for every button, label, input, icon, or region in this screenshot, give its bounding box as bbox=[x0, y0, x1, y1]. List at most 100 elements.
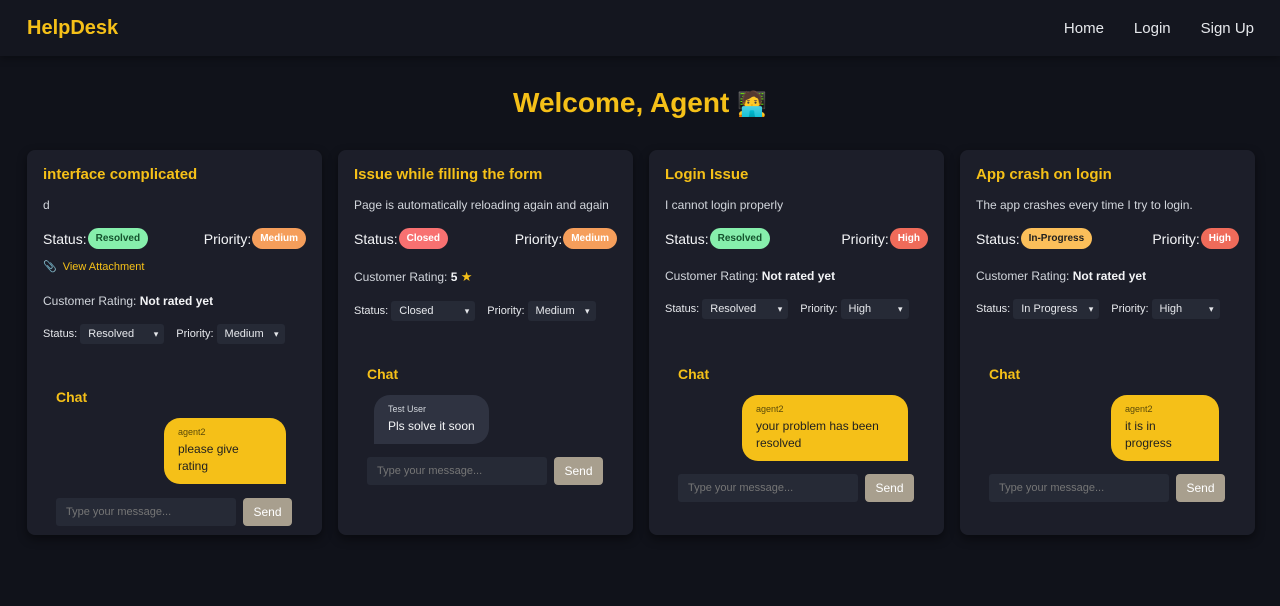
priority-select-value: High bbox=[1159, 303, 1183, 315]
view-attachment-link[interactable]: 📎 View Attachment bbox=[43, 260, 306, 274]
ticket-title: Issue while filling the form bbox=[354, 166, 543, 183]
status-select-value: Closed bbox=[399, 305, 434, 317]
priority-select-label: Priority: bbox=[800, 303, 838, 315]
ticket-title: App crash on login bbox=[976, 166, 1112, 183]
star-icon: ★ bbox=[460, 269, 473, 284]
message-text: Pls solve it soon bbox=[388, 419, 475, 433]
chat-input-row: Send bbox=[367, 457, 617, 485]
send-button[interactable]: Send bbox=[243, 498, 292, 526]
ticket-description: I cannot login properly bbox=[665, 198, 784, 212]
send-button[interactable]: Send bbox=[554, 457, 603, 485]
ticket-card: Issue while filling the form Page is aut… bbox=[338, 150, 633, 535]
message-text: please give rating bbox=[178, 442, 239, 473]
chat-section: Chat Test User Pls solve it soon Send bbox=[367, 366, 617, 485]
rating-label: Customer Rating: bbox=[976, 269, 1070, 283]
status-select-value: Resolved bbox=[88, 328, 135, 340]
status-select[interactable]: Resolved ▾ bbox=[80, 324, 165, 344]
agent-emoji-icon: 🧑‍💻 bbox=[737, 91, 767, 118]
status-group: Status: Resolved bbox=[43, 228, 149, 249]
nav-links: Home Login Sign Up bbox=[1064, 20, 1254, 37]
customer-rating: Customer Rating: Not rated yet bbox=[43, 294, 306, 308]
customer-rating: Customer Rating: Not rated yet bbox=[665, 269, 928, 283]
status-select-value: In Progress bbox=[1021, 303, 1078, 315]
priority-select[interactable]: High ▾ bbox=[840, 299, 909, 319]
chat-title: Chat bbox=[367, 366, 399, 382]
status-badge: Resolved bbox=[87, 228, 149, 249]
ticket-card: App crash on login The app crashes every… bbox=[960, 150, 1255, 535]
status-group: Status: In-Progress bbox=[976, 228, 1093, 249]
priority-select[interactable]: High ▾ bbox=[1151, 299, 1220, 319]
status-select-label: Status: bbox=[43, 328, 78, 340]
status-group: Status: Closed bbox=[354, 228, 448, 249]
chat-title: Chat bbox=[56, 389, 88, 405]
chat-message: Test User Pls solve it soon bbox=[374, 395, 489, 444]
ticket-description: The app crashes every time I try to logi… bbox=[976, 198, 1193, 212]
message-sender: Test User bbox=[388, 404, 427, 414]
chevron-down-icon: ▾ bbox=[898, 304, 903, 314]
chevron-down-icon: ▾ bbox=[153, 329, 159, 339]
message-text: your problem has been resolved bbox=[756, 419, 879, 450]
priority-badge: Medium bbox=[563, 228, 617, 249]
attachment-label: View Attachment bbox=[62, 260, 145, 273]
status-select-label: Status: bbox=[665, 303, 700, 315]
customer-rating: Customer Rating: 5 ★ bbox=[354, 269, 617, 285]
priority-select-label: Priority: bbox=[176, 328, 214, 340]
priority-select-value: Medium bbox=[535, 305, 575, 317]
priority-group: Priority: Medium bbox=[204, 228, 306, 249]
status-select-label: Status: bbox=[354, 305, 389, 317]
ticket-card: Login Issue I cannot login properly Stat… bbox=[649, 150, 944, 535]
status-badge: Closed bbox=[398, 228, 448, 249]
priority-label: Priority: bbox=[514, 230, 563, 247]
status-label: Status: bbox=[665, 230, 709, 247]
chat-message-input[interactable] bbox=[367, 457, 547, 485]
chat-message: agent2 it is in progress bbox=[1111, 395, 1219, 461]
ticket-description: d bbox=[43, 198, 50, 212]
chevron-down-icon: ▾ bbox=[464, 306, 470, 316]
chat-input-row: Send bbox=[678, 474, 928, 502]
chat-section: Chat agent2 your problem has been resolv… bbox=[678, 366, 928, 502]
priority-select[interactable]: Medium ▾ bbox=[527, 301, 596, 321]
message-sender: agent2 bbox=[178, 427, 206, 437]
page-title: Welcome, Agent 🧑‍💻 bbox=[0, 86, 1280, 120]
priority-label: Priority: bbox=[203, 230, 252, 247]
rating-label: Customer Rating: bbox=[665, 269, 759, 283]
welcome-text: Welcome, Agent bbox=[513, 87, 730, 118]
ticket-meta: Status: Resolved Priority: High bbox=[665, 228, 928, 249]
chat-message-input[interactable] bbox=[989, 474, 1169, 502]
nav-signup-link[interactable]: Sign Up bbox=[1201, 20, 1254, 37]
nav-login-link[interactable]: Login bbox=[1134, 20, 1171, 37]
ticket-description: Page is automatically reloading again an… bbox=[354, 198, 609, 212]
rating-value: 5 bbox=[450, 270, 458, 284]
priority-label: Priority: bbox=[1152, 230, 1200, 247]
paperclip-icon: 📎 bbox=[43, 261, 57, 273]
navbar: HelpDesk Home Login Sign Up bbox=[0, 0, 1280, 56]
status-badge: Resolved bbox=[709, 228, 771, 249]
status-select[interactable]: Resolved ▾ bbox=[702, 299, 789, 319]
chat-input-row: Send bbox=[56, 498, 306, 526]
priority-group: Priority: High bbox=[1152, 228, 1239, 249]
status-group: Status: Resolved bbox=[665, 228, 771, 249]
nav-home-link[interactable]: Home bbox=[1064, 20, 1104, 37]
chevron-down-icon: ▾ bbox=[777, 304, 783, 314]
priority-group: Priority: High bbox=[841, 228, 928, 249]
ticket-meta: Status: Resolved Priority: Medium bbox=[43, 228, 306, 249]
chat-section: Chat agent2 it is in progress Send bbox=[989, 366, 1239, 502]
chat-message-input[interactable] bbox=[56, 498, 236, 526]
send-button[interactable]: Send bbox=[865, 474, 914, 502]
chat-title: Chat bbox=[989, 366, 1021, 382]
status-select[interactable]: Closed ▾ bbox=[391, 301, 476, 321]
ticket-controls: Status: Resolved ▾ Priority: Medium ▾ bbox=[43, 324, 306, 344]
priority-select[interactable]: Medium ▾ bbox=[216, 324, 285, 344]
status-select[interactable]: In Progress ▾ bbox=[1013, 299, 1100, 319]
brand-logo[interactable]: HelpDesk bbox=[27, 17, 118, 40]
chat-message-input[interactable] bbox=[678, 474, 858, 502]
send-button[interactable]: Send bbox=[1176, 474, 1225, 502]
rating-value: Not rated yet bbox=[139, 294, 214, 308]
ticket-controls: Status: Resolved ▾ Priority: High ▾ bbox=[665, 299, 928, 319]
customer-rating: Customer Rating: Not rated yet bbox=[976, 269, 1239, 283]
message-text: it is in progress bbox=[1125, 419, 1172, 450]
priority-badge: Medium bbox=[252, 228, 306, 249]
ticket-meta: Status: Closed Priority: Medium bbox=[354, 228, 617, 249]
priority-badge: High bbox=[1200, 228, 1239, 249]
ticket-title: interface complicated bbox=[43, 166, 198, 183]
